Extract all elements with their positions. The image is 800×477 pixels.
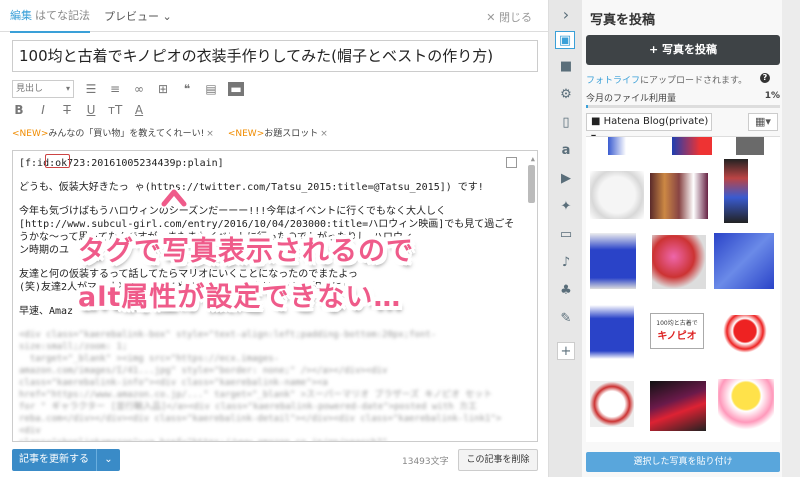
char-count: 13493文字 <box>402 457 449 467</box>
new-tag: <NEW> <box>227 129 265 139</box>
photo-thumb[interactable] <box>590 305 634 359</box>
fotolife-text: にアップロードされます。 <box>640 76 748 86</box>
toolbar-row-2: B I T U тT A <box>12 100 146 120</box>
layout-icon[interactable]: ▬ <box>228 82 244 96</box>
link-icon[interactable]: ∞ <box>132 82 146 96</box>
body-paragraph: どうも、仮装大好きたっ ゃ(https://twitter.com/Tatsu_… <box>19 182 484 193</box>
brush-icon[interactable]: ✎ <box>557 310 575 328</box>
sidebar-icons: › ▣ ■ ⚙ ▯ a ▶ ✦ ▭ ♪ ♣ ✎ + <box>548 0 582 477</box>
table-icon[interactable]: ⊞ <box>156 82 170 96</box>
photo-thumb[interactable] <box>590 233 636 289</box>
music-icon[interactable]: ♪ <box>557 254 575 272</box>
annotation-line-1: タグで写真表示されるので <box>78 236 414 267</box>
fotolife-link[interactable]: フォトライフ <box>586 76 640 86</box>
heading-select[interactable]: 見出し <box>12 80 74 98</box>
editor-footer: 記事を更新する ⌄ 13493文字 この記事を削除 <box>12 449 538 471</box>
usage-bar <box>586 105 780 108</box>
toolbar-row-1: 見出し ☰ ≡ ∞ ⊞ ❝ ▤ ▬ <box>12 79 244 99</box>
image-block-icon[interactable]: ▤ <box>204 82 218 96</box>
post-photo-button[interactable]: + 写真を投稿 <box>586 35 780 65</box>
scrollbar[interactable] <box>528 165 535 203</box>
tab-edit-label: 編集 <box>10 9 32 22</box>
close-button[interactable]: ✕ 閉じる <box>486 9 532 25</box>
update-button-label: 記事を更新する <box>19 454 89 465</box>
blurred-html: <div class="kaerebalink-box" style="text… <box>19 330 502 441</box>
panel-title: 写真を投稿 <box>590 13 656 28</box>
photo-thumb[interactable] <box>590 171 644 219</box>
usage-percent: 1% <box>764 91 780 101</box>
tab-preview[interactable]: プレビュー ⌄ <box>104 8 172 24</box>
photo-grid: 100均と古着で キノピオ <box>586 136 780 442</box>
slot-text: みんなの「買い物」を教えてくれーい! <box>48 129 205 139</box>
editor-pane: 編集 はてな記法 プレビュー ⌄ ✕ 閉じる 100均と古着でキノピオの衣装手作り… <box>0 0 548 477</box>
twitter-icon[interactable]: ✦ <box>557 198 575 216</box>
folder-icon: ■ <box>591 116 604 127</box>
photo-panel: 写真を投稿 + 写真を投稿 フォトライフにアップロードされます。 ? 今月のファ… <box>582 0 800 477</box>
quote-icon[interactable]: ❝ <box>180 82 194 96</box>
strikethrough-icon[interactable]: T <box>60 103 74 117</box>
copy-icon[interactable] <box>506 157 517 168</box>
amazon-icon[interactable]: a <box>557 142 575 160</box>
tag-highlight <box>45 154 70 168</box>
underline-icon[interactable]: U <box>84 103 98 117</box>
photo-thumb[interactable]: 100均と古着で キノピオ <box>650 313 704 349</box>
numbered-list-icon[interactable]: ≡ <box>108 82 122 96</box>
grid-view-icon[interactable]: ▦▾ <box>748 113 778 131</box>
photo-thumb[interactable] <box>718 379 774 435</box>
title-input[interactable]: 100均と古着でキノピオの衣装手作りしてみた(帽子とベストの作り方) <box>12 40 538 72</box>
photo-thumb[interactable] <box>736 137 764 155</box>
chevron-down-icon[interactable]: ⌄ <box>96 449 120 471</box>
delete-button[interactable]: この記事を削除 <box>458 449 538 471</box>
tab-edit[interactable]: 編集 はてな記法 <box>10 7 90 33</box>
italic-icon[interactable]: I <box>36 103 50 117</box>
photo-thumb[interactable] <box>718 315 772 355</box>
folder-icon[interactable]: ■ <box>557 58 575 76</box>
odai-slots: <NEW>みんなの「買い物」を教えてくれーい! × <NEW>お題スロット × <box>12 126 328 139</box>
photo-thumb[interactable] <box>714 233 774 289</box>
evernote-icon[interactable]: ♣ <box>557 282 575 300</box>
photo-thumb[interactable] <box>608 137 638 155</box>
usage-label: 今月のファイル利用量 <box>586 94 677 104</box>
fotolife-note: フォトライフにアップロードされます。 <box>586 73 747 86</box>
photo-icon[interactable]: ▣ <box>555 31 575 49</box>
update-button[interactable]: 記事を更新する ⌄ <box>12 449 120 471</box>
paste-selected-button[interactable]: 選択した写真を貼り付け <box>586 452 780 472</box>
photo-thumb[interactable] <box>590 381 634 427</box>
annotation-line-2: alt属性が設定できない… <box>78 282 402 313</box>
youtube-icon[interactable]: ▶ <box>557 170 575 188</box>
close-icon[interactable]: × <box>320 129 328 139</box>
document-icon[interactable]: ▯ <box>557 114 575 132</box>
photo-thumb[interactable] <box>724 159 748 223</box>
photo-tag-line: [f:id:ok723:20161005234439p:plain] <box>19 158 224 169</box>
help-icon[interactable]: ? <box>760 73 770 83</box>
tab-edit-mode: はてな記法 <box>35 9 90 22</box>
photo-thumb[interactable] <box>652 235 706 289</box>
gear-icon[interactable]: ⚙ <box>557 86 575 104</box>
chevron-right-icon[interactable]: › <box>557 6 575 24</box>
plus-icon[interactable]: + <box>557 342 575 360</box>
slot-text: お題スロット <box>264 129 319 139</box>
tv-icon[interactable]: ▭ <box>557 226 575 244</box>
font-size-icon[interactable]: тT <box>108 103 122 117</box>
slot-item[interactable]: <NEW>お題スロット × <box>228 126 328 139</box>
folder-select[interactable]: ■ Hatena Blog(private) ▾ <box>586 113 712 143</box>
arrow-up-icon <box>160 187 188 209</box>
close-icon[interactable]: × <box>206 129 214 139</box>
bold-icon[interactable]: B <box>12 103 26 117</box>
text-color-icon[interactable]: A <box>132 103 146 117</box>
photo-thumb[interactable] <box>650 381 706 431</box>
usage-bar-fill <box>586 105 588 108</box>
bullet-list-icon[interactable]: ☰ <box>84 82 98 96</box>
app-window: 編集 はてな記法 プレビュー ⌄ ✕ 閉じる 100均と古着でキノピオの衣装手作り… <box>0 0 800 477</box>
thumb-caption: 100均と古着で <box>656 320 698 327</box>
usage-row: 今月のファイル利用量 1% <box>586 91 780 104</box>
window-edge <box>782 0 800 477</box>
photo-thumb[interactable] <box>650 173 708 219</box>
thumb-caption: キノピオ <box>657 331 697 342</box>
photo-thumb[interactable] <box>672 137 712 155</box>
slot-item[interactable]: <NEW>みんなの「買い物」を教えてくれーい! × <box>12 126 214 139</box>
editor-tabs: 編集 はてな記法 プレビュー ⌄ ✕ 閉じる <box>0 0 548 33</box>
new-tag: <NEW> <box>12 129 49 139</box>
